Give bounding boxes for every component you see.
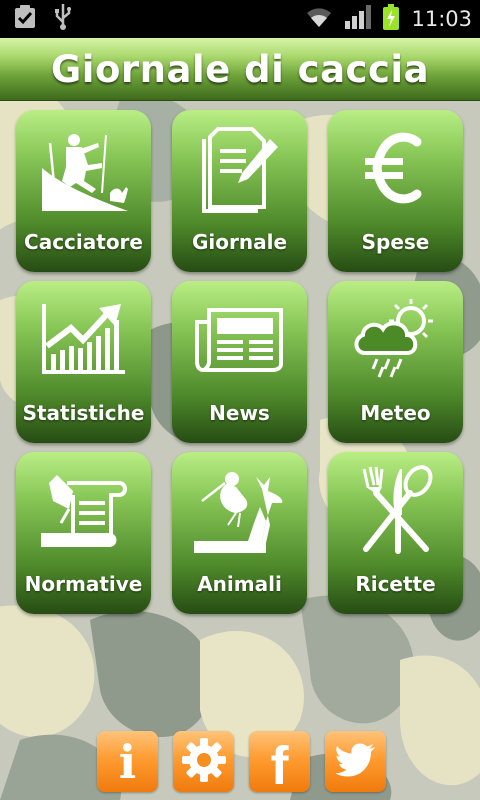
hunter-icon (16, 118, 151, 218)
tile-normative[interactable]: Normative (16, 452, 151, 614)
menu-grid: Cacciatore Giornale Spese Statistiche Ne… (16, 110, 464, 614)
facebook-icon: f (270, 735, 289, 796)
wifi-icon (305, 6, 333, 32)
tile-spese[interactable]: Spese (328, 110, 463, 272)
info-button[interactable]: i (97, 731, 158, 792)
tile-label: News (209, 401, 270, 425)
cutlery-icon (328, 460, 463, 560)
weather-icon (328, 289, 463, 389)
tile-animali[interactable]: Animali (172, 452, 307, 614)
tile-news[interactable]: News (172, 281, 307, 443)
tile-giornale[interactable]: Giornale (172, 110, 307, 272)
tile-cacciatore[interactable]: Cacciatore (16, 110, 151, 272)
newspaper-icon (172, 289, 307, 389)
tile-label: Animali (197, 572, 282, 596)
chart-arrow-icon (16, 289, 151, 389)
bottom-toolbar: i f (97, 731, 387, 796)
tile-label: Giornale (191, 230, 288, 254)
signal-icon (345, 5, 372, 33)
twitter-button[interactable] (325, 731, 386, 792)
tile-ricette[interactable]: Ricette (328, 452, 463, 614)
animals-icon (172, 460, 307, 560)
tile-label: Normative (24, 572, 143, 596)
scroll-pen-icon (16, 460, 151, 560)
tile-label: Spese (361, 230, 430, 254)
tile-statistiche[interactable]: Statistiche (16, 281, 151, 443)
usb-icon (54, 4, 72, 34)
status-time: 11:03 (411, 7, 472, 31)
tile-label: Statistiche (22, 401, 145, 425)
notepad-pencil-icon (172, 118, 307, 218)
battery-charging-icon (383, 4, 400, 34)
clipboard-check-icon (14, 5, 36, 33)
settings-button[interactable] (173, 731, 234, 792)
info-icon: i (118, 734, 137, 789)
tile-label: Meteo (360, 401, 431, 425)
status-bar: 11:03 (0, 0, 480, 38)
app-title: Giornale di caccia (50, 47, 430, 91)
euro-icon (328, 118, 463, 218)
gear-icon (181, 737, 226, 786)
tile-meteo[interactable]: Meteo (328, 281, 463, 443)
tile-label: Cacciatore (24, 230, 143, 254)
tile-label: Ricette (355, 572, 436, 596)
facebook-button[interactable]: f (249, 731, 310, 796)
twitter-bird-icon (334, 743, 376, 781)
app-header: Giornale di caccia (0, 38, 480, 101)
